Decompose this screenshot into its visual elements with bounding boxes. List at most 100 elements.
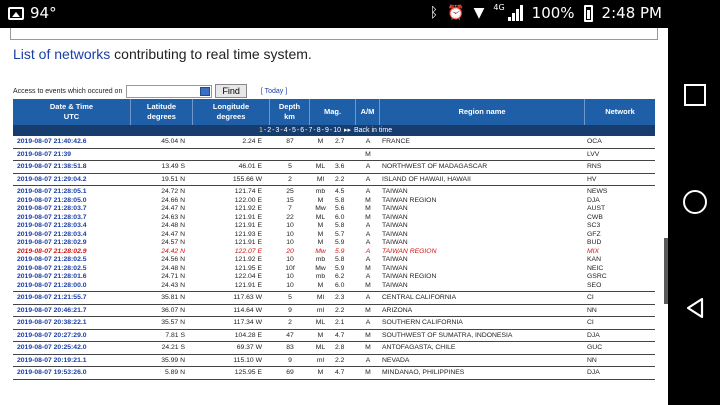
cell-dt[interactable]: 2019-08-07 20:27:29.0: [13, 332, 131, 341]
page-link-10[interactable]: 10: [333, 127, 341, 134]
cell-dt[interactable]: 2019-08-07 21:28:02.5: [13, 265, 131, 274]
cell-dt[interactable]: 2019-08-07 21:38:51.8: [13, 163, 131, 172]
page-link-8[interactable]: 8: [317, 127, 321, 134]
cell-mag: 2.2: [335, 306, 345, 314]
cell-am: M: [365, 213, 371, 221]
table-row[interactable]: 2019-08-07 21:28:03.4 24.47 N 121.93 E 10 M 5…: [13, 231, 655, 240]
table-row[interactable]: 2019-08-07 21:28:05.1 24.72 N 121.74 E 25 mb…: [13, 188, 655, 197]
cell-dt[interactable]: 2019-08-07 21:28:03.7: [13, 214, 131, 223]
cell-dt[interactable]: 2019-08-07 21:28:00.0: [13, 282, 131, 291]
back-in-time-link[interactable]: Back in time: [354, 127, 392, 134]
cell-reg: MINDANAO, PHILIPPINES: [382, 369, 465, 376]
cell-net: RNS: [587, 163, 602, 170]
find-button[interactable]: Find: [215, 84, 247, 98]
header-longitude[interactable]: Longitude degrees: [193, 99, 270, 125]
networks-link[interactable]: List of networks: [13, 46, 110, 62]
cell-dt[interactable]: 2019-08-07 20:19:21.1: [13, 357, 131, 366]
table-row[interactable]: 2019-08-07 21:28:03.7 24.63 N 121.91 E 22 ML…: [13, 214, 655, 223]
cell-lon: 117.34 W: [233, 319, 262, 326]
cell-dt[interactable]: 2019-08-07 21:28:02.5: [13, 256, 131, 265]
header-latitude[interactable]: Latitude degrees: [131, 99, 193, 125]
cell-am: A: [365, 138, 371, 145]
date-input[interactable]: [126, 84, 213, 98]
page-link-6[interactable]: 6: [300, 127, 304, 134]
table-row[interactable]: 2019-08-07 20:46:21.7 36.07 N 114.64 W 9 ml 2…: [13, 307, 655, 316]
page-link-1[interactable]: 1: [259, 127, 263, 134]
cell-dep: 10: [286, 273, 294, 280]
event-group: 2019-08-07 20:38:22.1 35.57 N 117.34 W 2 ML 2…: [13, 317, 655, 330]
cell-dt[interactable]: 2019-08-07 21:28:03.7: [13, 205, 131, 214]
recent-apps-icon[interactable]: [684, 84, 706, 106]
cell-dt[interactable]: 2019-08-07 21:28:03.4: [13, 231, 131, 240]
header-region[interactable]: Region name: [380, 99, 585, 125]
cell-dt[interactable]: 2019-08-07 20:38:22.1: [13, 319, 131, 328]
cell-am: A: [365, 188, 371, 195]
today-link[interactable]: [ Today ]: [261, 88, 287, 95]
cell-dep: 5: [288, 294, 292, 301]
table-row[interactable]: 2019-08-07 19:53:26.0 5.89 N 125.95 E 69 M 4.…: [13, 369, 655, 378]
cell-mag: 3.6: [335, 163, 345, 170]
page-link-5[interactable]: 5: [292, 127, 296, 134]
cell-dt[interactable]: 2019-08-07 21:39: [13, 151, 131, 160]
event-group: 2019-08-07 20:25:42.0 24.21 S 69.37 W 83 ML 2…: [13, 342, 655, 355]
table-row[interactable]: 2019-08-07 21:28:02.9 24.57 N 121.91 E 10 M 5…: [13, 239, 655, 248]
cell-dt[interactable]: 2019-08-07 21:40:42.6: [13, 138, 131, 147]
cell-dt[interactable]: 2019-08-07 21:28:05.1: [13, 188, 131, 197]
table-row[interactable]: 2019-08-07 21:28:00.0 24.43 N 121.91 E 10 M 6…: [13, 282, 655, 291]
back-icon[interactable]: [683, 296, 707, 320]
table-row[interactable]: 2019-08-07 20:19:21.1 35.99 N 115.10 W 9 ml 2…: [13, 357, 655, 366]
cell-net: SEO: [587, 281, 602, 289]
cell-dt[interactable]: 2019-08-07 21:28:03.4: [13, 222, 131, 231]
cell-typ: ML: [315, 319, 326, 326]
cell-dt[interactable]: 2019-08-07 21:28:01.6: [13, 273, 131, 282]
table-row[interactable]: 2019-08-07 21:28:02.5 24.48 N 121.95 E 10f M…: [13, 265, 655, 274]
header-am[interactable]: A/M: [356, 99, 380, 125]
cell-net: DJA: [587, 196, 600, 204]
cell-typ: ml: [316, 306, 325, 314]
cell-lon: 121.95 E: [234, 264, 262, 272]
page-link-9[interactable]: 9: [325, 127, 329, 134]
cell-dt[interactable]: 2019-08-07 20:46:21.7: [13, 307, 131, 316]
cell-dt[interactable]: 2019-08-07 21:28:02.9: [13, 248, 131, 257]
table-row[interactable]: 2019-08-07 20:25:42.0 24.21 S 69.37 W 83 ML 2…: [13, 344, 655, 353]
table-row[interactable]: 2019-08-07 21:29:04.2 19.51 N 155.66 W 2 Ml 2…: [13, 176, 655, 185]
table-row[interactable]: 2019-08-07 21:28:03.4 24.48 N 121.91 E 10 M 5…: [13, 222, 655, 231]
cell-lat: 35.57 N: [161, 319, 185, 326]
cell-reg: ISLAND OF HAWAII, HAWAII: [382, 175, 471, 183]
calendar-icon[interactable]: [200, 86, 211, 96]
table-row[interactable]: 2019-08-07 21:28:01.6 24.71 N 122.04 E 10 mb…: [13, 273, 655, 282]
table-row[interactable]: 2019-08-07 20:27:29.0 7.81 S 104.28 E 47 M 4.…: [13, 332, 655, 341]
cell-dt[interactable]: 2019-08-07 21:28:05.0: [13, 197, 131, 206]
networks-line: List of networks contributing to real ti…: [13, 46, 312, 62]
table-row[interactable]: 2019-08-07 21:39 M LVV: [13, 151, 655, 160]
table-row[interactable]: 2019-08-07 21:28:02.9 24.42 N 122.07 E 20 Mw…: [13, 248, 655, 257]
header-datetime[interactable]: Date & Time UTC: [13, 99, 131, 125]
header-magnitude[interactable]: Mag.: [310, 99, 356, 125]
cell-dt[interactable]: 2019-08-07 21:21:55.7: [13, 294, 131, 303]
header-depth[interactable]: Depth km: [270, 99, 310, 125]
cell-mag: 6.0: [335, 213, 345, 221]
table-row[interactable]: 2019-08-07 21:28:03.7 24.47 N 121.92 E 7 Mw 5…: [13, 205, 655, 214]
cell-net: CI: [587, 319, 594, 326]
table-row[interactable]: 2019-08-07 21:40:42.6 45.04 N 2.24 E 87 M 2.7…: [13, 138, 655, 147]
page-link-7[interactable]: 7: [309, 127, 313, 134]
page-link-2[interactable]: 2: [267, 127, 271, 134]
page-link-3[interactable]: 3: [276, 127, 280, 134]
cell-lat: 24.57 N: [161, 239, 185, 246]
cell-am: M: [365, 369, 371, 376]
cell-lon: 121.91 E: [234, 213, 262, 221]
bluetooth-icon: ᛒ: [429, 5, 439, 21]
cell-dt[interactable]: 2019-08-07 21:28:02.9: [13, 239, 131, 248]
table-row[interactable]: 2019-08-07 21:28:05.0 24.66 N 122.00 E 15 M 5…: [13, 197, 655, 206]
page-link-4[interactable]: 4: [284, 127, 288, 134]
table-row[interactable]: 2019-08-07 20:38:22.1 35.57 N 117.34 W 2 ML 2…: [13, 319, 655, 328]
cell-dt[interactable]: 2019-08-07 21:29:04.2: [13, 176, 131, 185]
table-row[interactable]: 2019-08-07 21:38:51.8 13.49 S 46.01 E 5 ML 3.…: [13, 163, 655, 172]
table-row[interactable]: 2019-08-07 21:21:55.7 35.81 N 117.63 W 5 Ml 2…: [13, 294, 655, 303]
home-icon[interactable]: [683, 190, 707, 214]
header-network[interactable]: Network: [585, 99, 655, 125]
cell-dt[interactable]: 2019-08-07 20:25:42.0: [13, 344, 131, 353]
table-row[interactable]: 2019-08-07 21:28:02.5 24.56 N 121.92 E 10 mb…: [13, 256, 655, 265]
cell-dt[interactable]: 2019-08-07 19:53:26.0: [13, 369, 131, 378]
next-arrow-icon[interactable]: ▸▸: [342, 127, 353, 134]
